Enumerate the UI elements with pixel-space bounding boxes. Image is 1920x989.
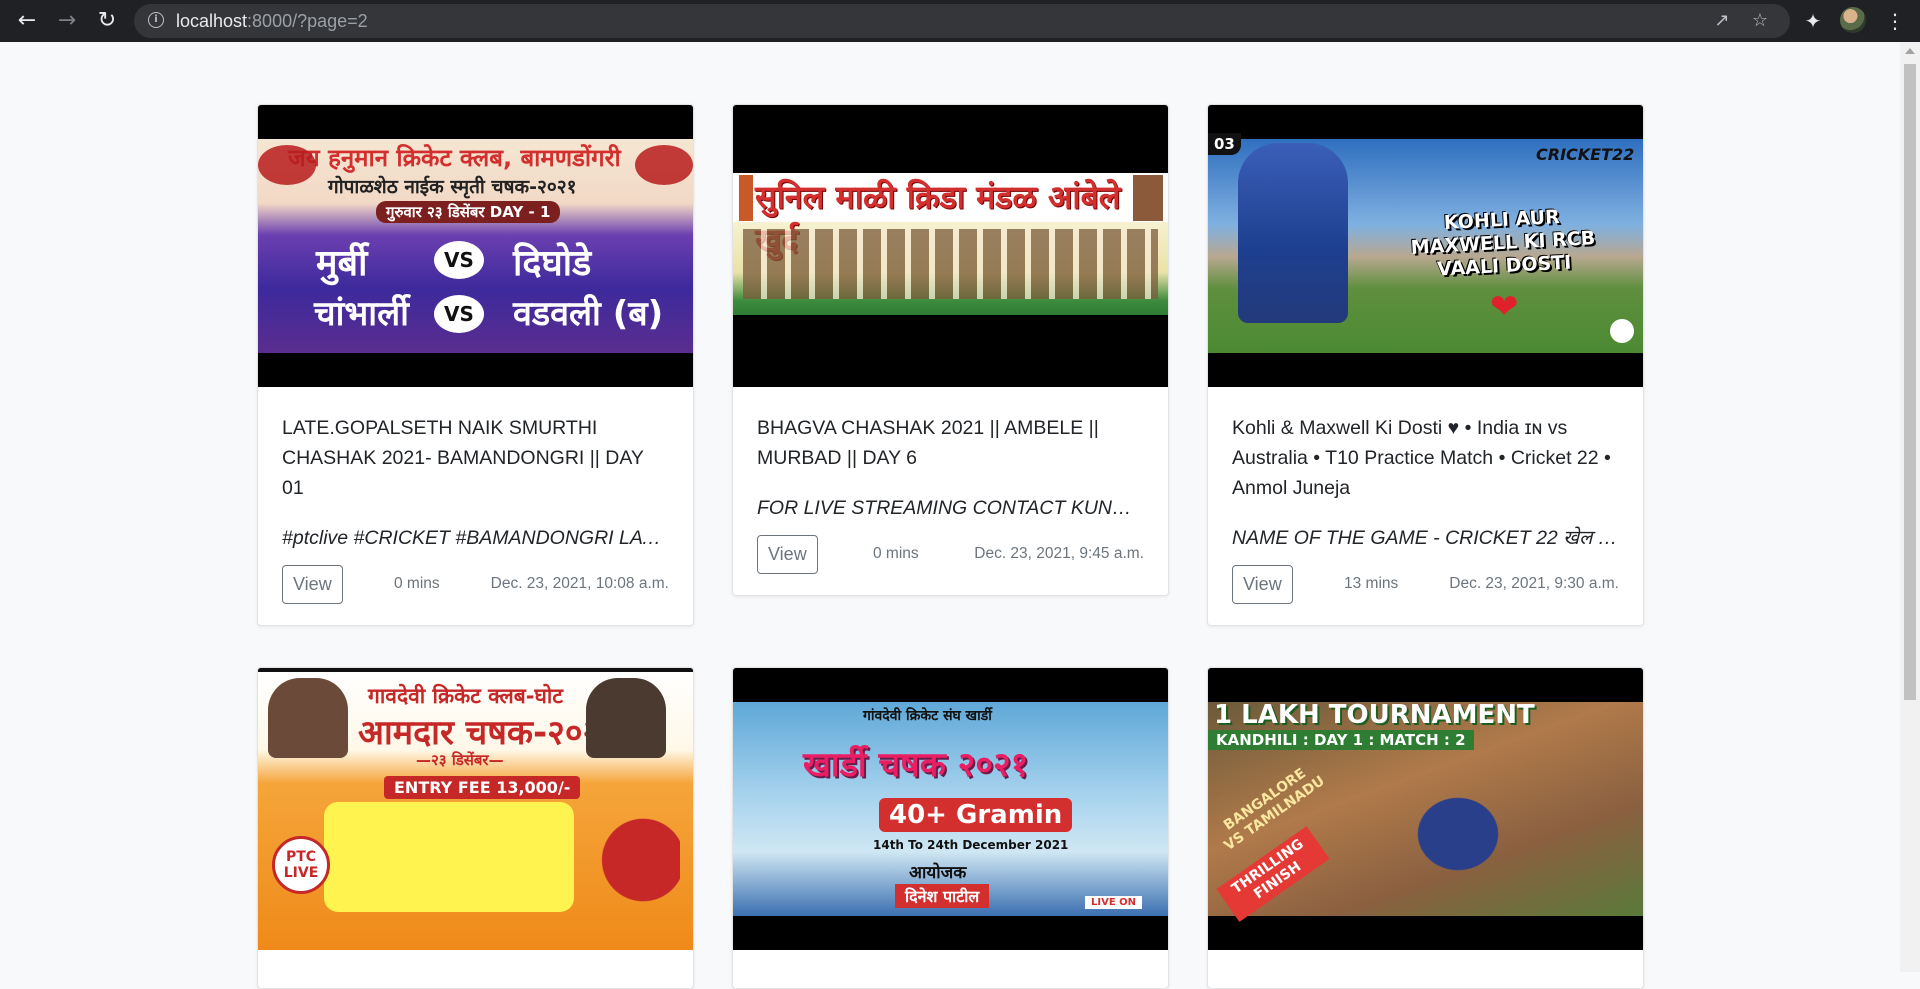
thumbnail-text: आमदार चषक-२०२१	[358, 713, 618, 753]
thumbnail-text: ENTRY FEE 13,000/-	[384, 776, 581, 799]
video-card: 03 CRICKET22 KOHLI AUR MAXWELL KI RCB VA…	[1207, 104, 1644, 626]
video-title: BHAGVA CHASHAK 2021 || AMBELE || MURBAD …	[757, 417, 1099, 469]
player-photo-grid	[743, 229, 1158, 299]
match-schedule-panel	[324, 802, 574, 912]
heart-icon: ❤	[1490, 287, 1519, 327]
site-info-icon[interactable]: i	[148, 12, 164, 28]
thumbnail-text: चांभार्ली	[314, 294, 409, 334]
video-title: LATE.GOPALSETH NAIK SMURTHI CHASHAK 2021…	[282, 417, 644, 499]
thumbnail-text: गुरुवार २३ डिसेंबर DAY - 1	[376, 201, 561, 223]
thumbnail-text: 40+ Gramin	[879, 798, 1073, 832]
video-description: #ptclive #CRICKET #BAMANDONGRI LATE.GOPA…	[282, 527, 669, 549]
view-button[interactable]: View	[282, 565, 343, 604]
video-duration: 13 mins	[1344, 575, 1399, 592]
thumbnail-text: खार्डी चषक २०२१	[803, 745, 1029, 785]
player-diving	[1378, 762, 1538, 882]
thumbnail-text: दिनेश पाटील	[895, 884, 990, 908]
thumbnail-text: वडवली (ब)	[513, 294, 664, 334]
thumbnail-text: गोपाळशेठ नाईक स्मृती चषक-२०२१	[328, 176, 577, 198]
back-arrow-icon[interactable]: ←	[12, 6, 42, 36]
scroll-up-arrow-icon[interactable]	[1905, 48, 1915, 54]
profile-avatar[interactable]	[1840, 7, 1866, 33]
video-description: FOR LIVE STREAMING CONTACT KUNAL PATIL	[757, 497, 1144, 519]
page-scrollbar[interactable]	[1900, 42, 1920, 972]
thumbnail-text: 03	[1208, 133, 1241, 155]
video-duration: 0 mins	[394, 575, 440, 592]
tennis-logo-left	[258, 145, 316, 185]
batsman-figure	[1238, 143, 1348, 323]
thumbnail-text: जय हनुमान क्रिकेट क्लब, बामणडोंगरी	[288, 144, 621, 172]
portrait-right	[1133, 175, 1163, 221]
bookmark-star-icon[interactable]: ☆	[1750, 11, 1770, 31]
thumbnail-text: आयोजक	[909, 863, 967, 883]
thumbnail-text: KOHLI AUR MAXWELL KI RCB VAALI DOSTI	[1410, 206, 1596, 281]
view-button[interactable]: View	[757, 535, 818, 574]
ptc-live-logo: PTC LIVE	[272, 836, 330, 894]
thumbnail-text: —२३ डिसेंबर—	[416, 751, 504, 769]
video-title: Kohli & Maxwell Ki Dosti ♥ • India ɪɴ vs…	[1232, 417, 1611, 499]
view-button[interactable]: View	[1232, 565, 1293, 604]
channel-logo	[1610, 319, 1634, 343]
video-date: Dec. 23, 2021, 9:30 a.m.	[1449, 575, 1619, 592]
thumbnail-text: KANDHILI : DAY 1 : MATCH : 2	[1208, 730, 1474, 750]
thumbnail-text: 1 LAKH TOURNAMENT	[1214, 700, 1535, 730]
portrait-left	[268, 678, 348, 758]
browser-toolbar: ← → ↻ i localhost:8000/?page=2 ↗ ☆ ✦ ⋮	[0, 0, 1920, 42]
address-bar[interactable]: i localhost:8000/?page=2 ↗ ☆	[134, 4, 1790, 38]
scroll-thumb[interactable]	[1904, 64, 1916, 700]
thumbnail-text: LIVE ON	[1085, 896, 1143, 909]
thumbnail-text: मुर्बी	[316, 243, 368, 284]
reload-icon[interactable]: ↻	[92, 6, 122, 36]
video-thumbnail[interactable]: 1 LAKH TOURNAMENT KANDHILI : DAY 1 : MAT…	[1208, 668, 1643, 950]
video-date: Dec. 23, 2021, 9:45 a.m.	[974, 545, 1144, 562]
video-duration: 0 mins	[873, 545, 919, 562]
video-card: गावदेवी क्रिकेट क्लब-घोट आमदार चषक-२०२१ …	[257, 667, 694, 989]
video-thumbnail[interactable]: गावदेवी क्रिकेट क्लब-घोट आमदार चषक-२०२१ …	[258, 668, 693, 950]
url-text[interactable]: localhost:8000/?page=2	[176, 4, 368, 38]
batsman-graphic	[588, 812, 680, 932]
thumbnail-text: VS	[434, 241, 484, 279]
thumbnail-text: दिघोडे	[513, 243, 592, 284]
video-thumbnail[interactable]: 03 CRICKET22 KOHLI AUR MAXWELL KI RCB VA…	[1208, 105, 1643, 387]
thumbnail-text: गांवदेवी क्रिकेट संघ खार्डी	[863, 708, 992, 724]
portrait-left	[739, 175, 753, 221]
video-card: जय हनुमान क्रिकेट क्लब, बामणडोंगरी गोपाळ…	[257, 104, 694, 626]
video-card: 1 LAKH TOURNAMENT KANDHILI : DAY 1 : MAT…	[1207, 667, 1644, 989]
forward-arrow-icon[interactable]: →	[52, 6, 82, 36]
thumbnail-text: 14th To 24th December 2021	[873, 838, 1069, 852]
video-thumbnail[interactable]: जय हनुमान क्रिकेट क्लब, बामणडोंगरी गोपाळ…	[258, 105, 693, 387]
portrait-right	[586, 678, 666, 758]
share-icon[interactable]: ↗	[1712, 11, 1732, 31]
thumbnail-text: CRICKET22	[1536, 145, 1635, 164]
video-thumbnail[interactable]: सुनिल माळी क्रिडा मंडळ आंबेले खुर्द	[733, 105, 1168, 387]
video-description: NAME OF THE GAME - CRICKET 22 खेल का नाम…	[1232, 527, 1619, 549]
video-date: Dec. 23, 2021, 10:08 a.m.	[490, 575, 669, 592]
video-card: गांवदेवी क्रिकेट संघ खार्डी खार्डी चषक २…	[732, 667, 1169, 989]
thumbnail-text: VS	[434, 295, 484, 333]
thumbnail-text: गावदेवी क्रिकेट क्लब-घोट	[368, 684, 563, 708]
menu-kebab-icon[interactable]: ⋮	[1880, 6, 1910, 36]
extensions-puzzle-icon[interactable]: ✦	[1798, 6, 1828, 36]
tennis-logo-right	[635, 145, 693, 185]
video-thumbnail[interactable]: गांवदेवी क्रिकेट संघ खार्डी खार्डी चषक २…	[733, 668, 1168, 950]
video-card: सुनिल माळी क्रिडा मंडळ आंबेले खुर्द BHAG…	[732, 104, 1169, 596]
